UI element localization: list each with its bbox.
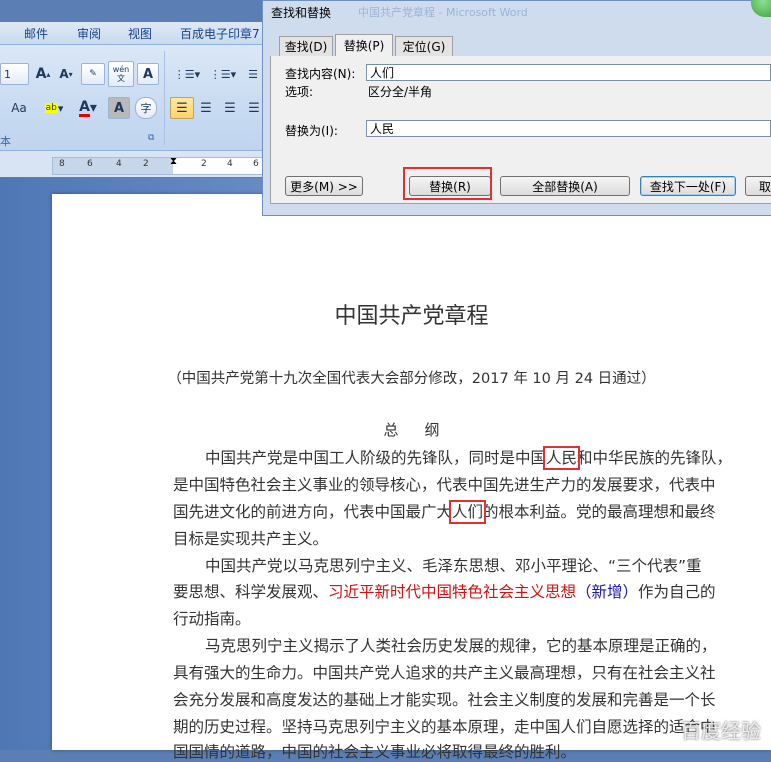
close-icon[interactable] — [751, 0, 771, 17]
text-run: 的根本利益。党的最高理想和最终 — [483, 503, 716, 521]
char-shading-icon[interactable]: A — [108, 97, 130, 119]
align-right-icon[interactable]: ☰ — [219, 97, 241, 119]
paragraph-line: 国先进文化的前进方向，代表中国最广大人们的根本利益。党的最高理想和最终 — [173, 500, 716, 524]
red-text-run: 习近平新时代中国特色社会主义思想 — [328, 583, 577, 601]
enclose-char-icon[interactable]: 字 — [135, 97, 157, 119]
find-replace-dialog: 查找和替换 中国共产党章程 - Microsoft Word 查找(D) 替换(… — [262, 0, 771, 216]
paragraph-line: 会充分发展和高度发达的基础上才能实现。社会主义制度的发展和完善是一个长 — [173, 691, 716, 709]
ruler-number: 4 — [227, 159, 233, 169]
tab-replace[interactable]: 替换(P) — [335, 34, 393, 56]
shrink-font-icon[interactable]: A ▾ — [55, 63, 77, 85]
paragraph-line: 马克思列宁主义揭示了人类社会历史发展的规律，它的基本原理是正确的， — [205, 637, 717, 655]
watermark: 百度经验 — [681, 719, 761, 743]
tab-review[interactable]: 审阅 — [77, 25, 101, 42]
highlighted-term-replaced: 人民 — [543, 446, 581, 470]
ruler-number: 2 — [201, 159, 207, 169]
replace-button-annotation — [403, 167, 492, 200]
align-left-icon[interactable]: ☰ — [170, 97, 194, 119]
paragraph-line: 中国共产党以马克思列宁主义、毛泽东思想、邓小平理论、“三个代表”重 — [205, 557, 702, 575]
text-run: 中国共产党是中国工人阶级的先锋队，同时是中国 — [205, 449, 547, 467]
ruler-number: 2 — [143, 159, 149, 169]
paragraph-line: 具有强大的生命力。中国共产党人追求的共产主义最高理想，只有在社会主义社 — [173, 664, 716, 682]
tab-find[interactable]: 查找(D) — [279, 36, 333, 56]
text-run: 和中华民族的先锋队， — [577, 449, 733, 467]
replace-input[interactable]: 人民 — [366, 120, 771, 137]
group-divider — [164, 51, 165, 145]
find-input[interactable]: 人们 — [366, 64, 771, 81]
numbering-icon[interactable]: ⋮☰▾ — [206, 63, 240, 85]
align-center-icon[interactable]: ☰ — [195, 97, 217, 119]
find-label: 查找内容(N): — [285, 67, 356, 81]
options-value: 区分全/半角 — [368, 85, 433, 99]
paragraph-line: 要思想、科学发展观、习近平新时代中国特色社会主义思想（新增）作为自己的 — [173, 580, 716, 602]
more-button[interactable]: 更多(M) >> — [285, 176, 363, 196]
ruler-margin — [53, 158, 173, 174]
highlighted-term-found: 人们 — [449, 500, 487, 524]
highlight-color-icon[interactable]: ab ▾ — [38, 97, 70, 119]
replace-all-button[interactable]: 全部替换(A) — [500, 176, 630, 196]
cancel-button[interactable]: 取 — [745, 176, 771, 196]
bullets-icon[interactable]: ⋮☰▾ — [170, 63, 204, 85]
paragraph-line: 中国共产党是中国工人阶级的先锋队，同时是中国人民和中华民族的先锋队， — [205, 446, 733, 470]
ruler-number: 6 — [87, 159, 93, 169]
text-run: 作为自己的 — [638, 583, 716, 601]
paragraph-line: 期的历史过程。坚持马克思列宁主义的基本原理，走中国人们自愿选择的适合中 — [173, 718, 716, 736]
paragraph-line: 是中国特色社会主义事业的领导核心，代表中国先进生产力的发展要求，代表中 — [173, 476, 716, 494]
tab-goto[interactable]: 定位(G) — [395, 36, 453, 56]
paragraph-line: 国国情的道路，中国的社会主义事业必将取得最终的胜利。 — [173, 743, 577, 761]
section-heading: 总纲 — [383, 421, 466, 439]
dialog-launcher-icon[interactable]: ⧉ — [148, 133, 154, 143]
ruler-number: 4 — [116, 159, 122, 169]
text-run: 要思想、科学发展观、 — [173, 583, 329, 601]
change-case-button[interactable]: Aa — [4, 97, 34, 119]
find-next-button[interactable]: 查找下一处(F) — [640, 176, 736, 196]
tab-view[interactable]: 视图 — [128, 25, 152, 42]
document-title: 中国共产党章程 — [334, 304, 489, 329]
paragraph-line: 目标是实现共产主义。 — [173, 530, 329, 548]
font-size-box[interactable]: 1 — [0, 63, 29, 85]
text-run: 国先进文化的前进方向，代表中国最广大 — [173, 503, 453, 521]
ruler-number: 8 — [59, 159, 65, 169]
blue-text-run: （新增） — [576, 583, 639, 601]
document-subtitle: （中国共产党第十九次全国代表大会部分修改，2017 年 10 月 24 日通过） — [167, 371, 656, 387]
font-group-label: 本 — [0, 135, 11, 148]
phonetic-guide-icon[interactable]: wén 文 — [108, 61, 134, 87]
tab-mailings[interactable]: 邮件 — [24, 25, 48, 42]
multilevel-list-icon[interactable]: ☰ — [242, 63, 264, 85]
tab-baicheng-seal[interactable]: 百成电子印章7.0 — [180, 25, 260, 42]
highlight-label: ab — [44, 103, 58, 113]
indent-marker-icon[interactable]: ⧗ — [170, 156, 177, 167]
window-title-ghost: 中国共产党章程 - Microsoft Word — [358, 6, 528, 19]
clear-format-icon[interactable]: ✎ — [81, 63, 105, 85]
char-border-icon[interactable]: A — [137, 63, 159, 85]
replace-label: 替换为(I): — [285, 124, 338, 138]
options-label: 选项: — [285, 85, 314, 99]
dialog-title: 查找和替换 — [271, 6, 332, 20]
ruler-number: 6 — [253, 159, 259, 169]
grow-font-icon[interactable]: A ▴ — [32, 63, 54, 85]
font-color-icon[interactable]: A ▾ — [72, 97, 104, 119]
paragraph-line: 行动指南。 — [173, 610, 251, 628]
